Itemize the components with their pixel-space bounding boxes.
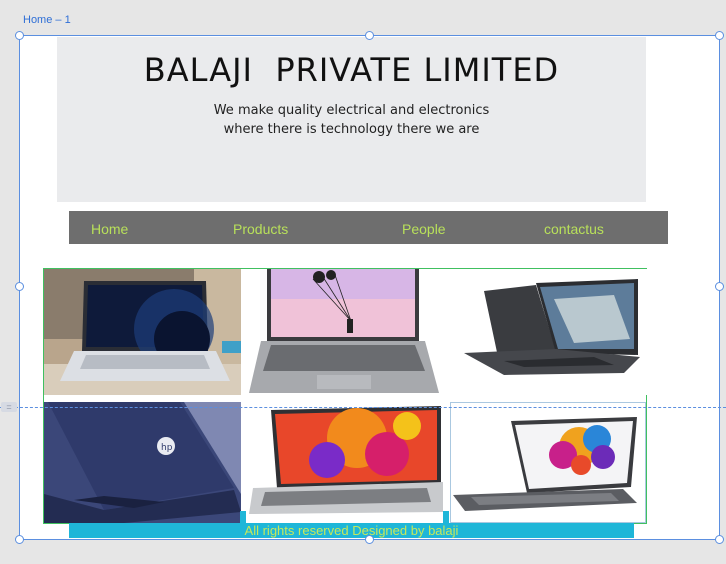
- laptop-slim-color-splash-icon: [451, 403, 645, 522]
- nav-item-contactus[interactable]: contactus: [544, 221, 604, 237]
- laptop-image-2[interactable]: [241, 269, 444, 395]
- tagline: We make quality electrical and electroni…: [57, 101, 646, 139]
- horizontal-guide-line[interactable]: [0, 407, 726, 408]
- laptop-grey-pink-screen-icon: [241, 269, 444, 395]
- laptop-image-1[interactable]: [44, 269, 241, 395]
- laptop-image-4[interactable]: hp: [44, 402, 241, 523]
- resize-handle-bottom-right[interactable]: [715, 535, 724, 544]
- artboard-label[interactable]: Home – 1: [23, 14, 71, 26]
- company-title: BALAJI PRIVATE LIMITED: [143, 51, 560, 89]
- resize-handle-top-left[interactable]: [15, 31, 24, 40]
- resize-handle-top[interactable]: [365, 31, 374, 40]
- nav-item-people[interactable]: People: [402, 221, 446, 237]
- product-gallery: hp: [43, 268, 647, 524]
- header-banner: BALAJI PRIVATE LIMITED We make quality e…: [57, 37, 646, 202]
- footer: All rights reserved Designed by balaji: [69, 523, 634, 538]
- resize-handle-bottom[interactable]: [365, 535, 374, 544]
- resize-handle-bottom-left[interactable]: [15, 535, 24, 544]
- resize-handle-top-right[interactable]: [715, 31, 724, 40]
- resize-handle-left[interactable]: [15, 282, 24, 291]
- laptop-silver-desk-icon: [44, 269, 241, 395]
- svg-text:hp: hp: [161, 443, 173, 453]
- nav-bar: Home Products People contactus: [69, 211, 668, 244]
- laptop-image-5[interactable]: [247, 402, 444, 523]
- guide-grip-icon[interactable]: =: [1, 402, 17, 412]
- footer-copyright: All rights reserved Designed by balaji: [244, 523, 459, 538]
- tagline-line-1: We make quality electrical and electroni…: [213, 103, 490, 118]
- tagline-line-2: where there is technology there we are: [223, 122, 480, 137]
- laptop-blue-back-icon: hp: [44, 402, 241, 523]
- laptop-silver-color-splash-icon: [247, 402, 444, 523]
- laptop-image-3[interactable]: [444, 269, 647, 395]
- resize-handle-right[interactable]: [715, 282, 724, 291]
- laptop-image-6[interactable]: [450, 402, 646, 523]
- nav-item-home[interactable]: Home: [91, 221, 128, 237]
- laptop-dark-side-icon: [444, 269, 647, 395]
- nav-item-products[interactable]: Products: [233, 221, 288, 237]
